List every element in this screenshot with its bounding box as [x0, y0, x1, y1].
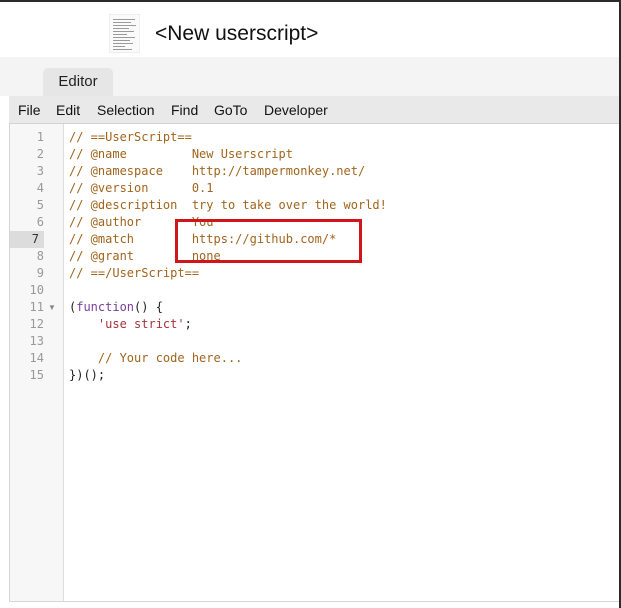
code-line[interactable]: 5 // @description try to take over the wo… [10, 197, 620, 214]
line-number: 4 [36, 181, 44, 195]
code-token: 'use strict' [97, 317, 185, 331]
match-highlight-annotation [175, 219, 362, 263]
editor-menubar: File Edit Selection Find GoTo Developer [9, 96, 619, 124]
code-text: // Your code here... [69, 350, 243, 367]
code-token: // ==UserScript== [69, 130, 192, 144]
code-token: // @namespace http://tampermonkey.net/ [69, 164, 366, 178]
code-token: // @version 0.1 [69, 181, 214, 195]
line-number: 14 [29, 351, 44, 365]
code-token: // @name New Userscript [69, 147, 293, 161]
line-number: 2 [36, 147, 44, 161]
code-line[interactable]: 3 // @namespace http://tampermonkey.net/ [10, 163, 620, 180]
page-title: <New userscript> [155, 22, 319, 45]
menu-selection[interactable]: Selection [97, 102, 155, 118]
line-number: 5 [36, 198, 44, 212]
code-line[interactable]: 15 })(); [10, 367, 620, 384]
code-line[interactable]: 14 // Your code here... [10, 350, 620, 367]
menu-developer[interactable]: Developer [264, 102, 328, 118]
code-text: (function() { [69, 299, 163, 316]
code-token: () { [134, 300, 163, 314]
code-line[interactable]: 10 [10, 282, 620, 299]
code-text: // @version 0.1 [69, 180, 214, 197]
tab-editor[interactable]: Editor [43, 68, 113, 96]
menu-file[interactable]: File [18, 102, 41, 118]
code-text: 'use strict'; [69, 316, 192, 333]
menu-goto[interactable]: GoTo [214, 102, 247, 118]
code-editor[interactable]: 1 // ==UserScript== 2 // @name New Userscri… [9, 124, 619, 602]
line-number: 12 [29, 317, 44, 331]
line-number: 15 [29, 368, 44, 382]
menu-find[interactable]: Find [171, 102, 198, 118]
code-token: })(); [69, 368, 106, 382]
code-line[interactable]: 11 ▼ (function() { [10, 299, 620, 316]
code-text: })(); [69, 367, 105, 384]
code-text: // @namespace http://tampermonkey.net/ [69, 163, 365, 180]
code-text: // ==/UserScript== [69, 265, 199, 282]
line-number: 9 [36, 266, 44, 280]
line-number: 3 [36, 164, 44, 178]
line-number: 11 [29, 300, 44, 314]
line-number: 8 [36, 249, 44, 263]
line-number: 6 [36, 215, 44, 229]
code-line[interactable]: 12 'use strict'; [10, 316, 620, 333]
code-line[interactable]: 9 // ==/UserScript== [10, 265, 620, 282]
code-line[interactable]: 4 // @version 0.1 [10, 180, 620, 197]
code-line[interactable]: 2 // @name New Userscript [10, 146, 620, 163]
code-text: // ==UserScript== [69, 129, 192, 146]
code-token: // Your code here... [69, 351, 243, 365]
code-token: // ==/UserScript== [69, 266, 200, 280]
code-text: // @name New Userscript [69, 146, 293, 163]
line-number: 7 [10, 231, 44, 248]
script-icon [109, 14, 140, 53]
code-line[interactable]: 1 // ==UserScript== [10, 129, 620, 146]
code-line[interactable]: 13 [10, 333, 620, 350]
code-token: ; [184, 317, 192, 331]
menu-edit[interactable]: Edit [56, 102, 80, 118]
code-token: // @description try to take over the wor… [69, 198, 387, 212]
code-text: // @description try to take over the wor… [69, 197, 387, 214]
line-number: 10 [29, 283, 44, 297]
code-token: function [76, 300, 135, 314]
line-number: 13 [29, 334, 44, 348]
fold-toggle-icon[interactable]: ▼ [48, 299, 56, 316]
line-number: 1 [36, 130, 44, 144]
